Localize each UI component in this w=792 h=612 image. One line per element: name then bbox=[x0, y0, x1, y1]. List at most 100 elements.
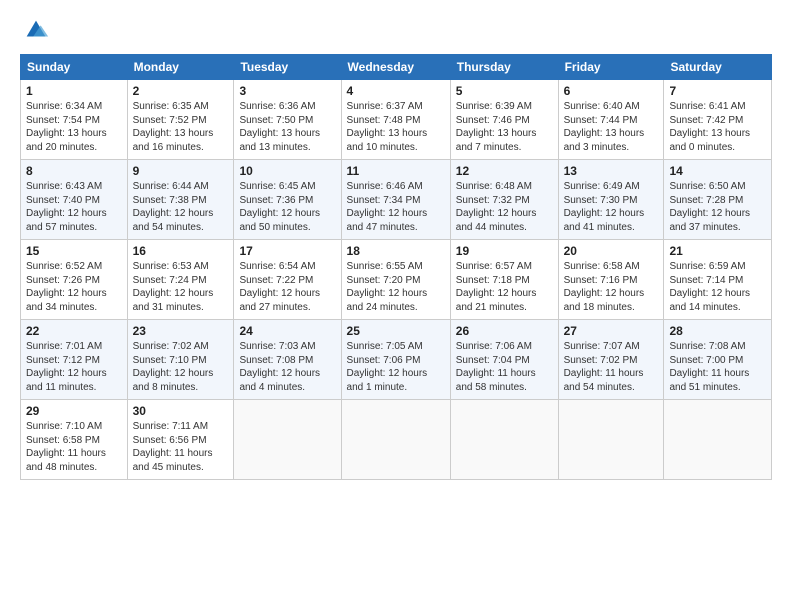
day-number: 3 bbox=[239, 84, 335, 98]
day-cell: 29 Sunrise: 7:10 AMSunset: 6:58 PMDaylig… bbox=[21, 400, 128, 480]
day-number: 11 bbox=[347, 164, 445, 178]
day-number: 4 bbox=[347, 84, 445, 98]
day-cell: 2 Sunrise: 6:35 AMSunset: 7:52 PMDayligh… bbox=[127, 80, 234, 160]
day-number: 30 bbox=[133, 404, 229, 418]
week-row-1: 8 Sunrise: 6:43 AMSunset: 7:40 PMDayligh… bbox=[21, 160, 772, 240]
day-cell: 7 Sunrise: 6:41 AMSunset: 7:42 PMDayligh… bbox=[664, 80, 772, 160]
day-info: Sunrise: 7:06 AMSunset: 7:04 PMDaylight:… bbox=[456, 340, 553, 394]
day-info: Sunrise: 6:58 AMSunset: 7:16 PMDaylight:… bbox=[564, 260, 659, 314]
day-cell: 5 Sunrise: 6:39 AMSunset: 7:46 PMDayligh… bbox=[450, 80, 558, 160]
day-info: Sunrise: 7:03 AMSunset: 7:08 PMDaylight:… bbox=[239, 340, 335, 394]
day-cell: 25 Sunrise: 7:05 AMSunset: 7:06 PMDaylig… bbox=[341, 320, 450, 400]
day-cell: 27 Sunrise: 7:07 AMSunset: 7:02 PMDaylig… bbox=[558, 320, 664, 400]
day-cell: 14 Sunrise: 6:50 AMSunset: 7:28 PMDaylig… bbox=[664, 160, 772, 240]
day-cell: 11 Sunrise: 6:46 AMSunset: 7:34 PMDaylig… bbox=[341, 160, 450, 240]
day-cell: 17 Sunrise: 6:54 AMSunset: 7:22 PMDaylig… bbox=[234, 240, 341, 320]
day-number: 16 bbox=[133, 244, 229, 258]
day-info: Sunrise: 6:44 AMSunset: 7:38 PMDaylight:… bbox=[133, 180, 229, 234]
day-cell bbox=[450, 400, 558, 480]
day-number: 9 bbox=[133, 164, 229, 178]
week-row-2: 15 Sunrise: 6:52 AMSunset: 7:26 PMDaylig… bbox=[21, 240, 772, 320]
day-number: 15 bbox=[26, 244, 122, 258]
header-row: SundayMondayTuesdayWednesdayThursdayFrid… bbox=[21, 55, 772, 80]
day-info: Sunrise: 6:50 AMSunset: 7:28 PMDaylight:… bbox=[669, 180, 766, 234]
day-number: 14 bbox=[669, 164, 766, 178]
day-number: 8 bbox=[26, 164, 122, 178]
day-info: Sunrise: 6:45 AMSunset: 7:36 PMDaylight:… bbox=[239, 180, 335, 234]
day-info: Sunrise: 6:59 AMSunset: 7:14 PMDaylight:… bbox=[669, 260, 766, 314]
day-info: Sunrise: 6:55 AMSunset: 7:20 PMDaylight:… bbox=[347, 260, 445, 314]
day-number: 6 bbox=[564, 84, 659, 98]
day-cell: 1 Sunrise: 6:34 AMSunset: 7:54 PMDayligh… bbox=[21, 80, 128, 160]
day-cell: 24 Sunrise: 7:03 AMSunset: 7:08 PMDaylig… bbox=[234, 320, 341, 400]
header-friday: Friday bbox=[558, 55, 664, 80]
day-number: 23 bbox=[133, 324, 229, 338]
logo bbox=[20, 16, 50, 44]
day-info: Sunrise: 6:46 AMSunset: 7:34 PMDaylight:… bbox=[347, 180, 445, 234]
day-number: 28 bbox=[669, 324, 766, 338]
header-thursday: Thursday bbox=[450, 55, 558, 80]
day-number: 13 bbox=[564, 164, 659, 178]
day-number: 10 bbox=[239, 164, 335, 178]
day-info: Sunrise: 6:35 AMSunset: 7:52 PMDaylight:… bbox=[133, 100, 229, 154]
day-cell bbox=[234, 400, 341, 480]
day-info: Sunrise: 7:11 AMSunset: 6:56 PMDaylight:… bbox=[133, 420, 229, 474]
day-info: Sunrise: 7:08 AMSunset: 7:00 PMDaylight:… bbox=[669, 340, 766, 394]
day-info: Sunrise: 6:52 AMSunset: 7:26 PMDaylight:… bbox=[26, 260, 122, 314]
day-cell: 13 Sunrise: 6:49 AMSunset: 7:30 PMDaylig… bbox=[558, 160, 664, 240]
day-info: Sunrise: 7:01 AMSunset: 7:12 PMDaylight:… bbox=[26, 340, 122, 394]
week-row-4: 29 Sunrise: 7:10 AMSunset: 6:58 PMDaylig… bbox=[21, 400, 772, 480]
day-number: 21 bbox=[669, 244, 766, 258]
day-cell: 4 Sunrise: 6:37 AMSunset: 7:48 PMDayligh… bbox=[341, 80, 450, 160]
day-cell: 9 Sunrise: 6:44 AMSunset: 7:38 PMDayligh… bbox=[127, 160, 234, 240]
day-cell: 12 Sunrise: 6:48 AMSunset: 7:32 PMDaylig… bbox=[450, 160, 558, 240]
day-cell: 30 Sunrise: 7:11 AMSunset: 6:56 PMDaylig… bbox=[127, 400, 234, 480]
day-number: 2 bbox=[133, 84, 229, 98]
day-cell bbox=[341, 400, 450, 480]
day-cell: 6 Sunrise: 6:40 AMSunset: 7:44 PMDayligh… bbox=[558, 80, 664, 160]
day-number: 20 bbox=[564, 244, 659, 258]
header-wednesday: Wednesday bbox=[341, 55, 450, 80]
day-cell: 22 Sunrise: 7:01 AMSunset: 7:12 PMDaylig… bbox=[21, 320, 128, 400]
day-info: Sunrise: 6:57 AMSunset: 7:18 PMDaylight:… bbox=[456, 260, 553, 314]
day-cell bbox=[664, 400, 772, 480]
week-row-0: 1 Sunrise: 6:34 AMSunset: 7:54 PMDayligh… bbox=[21, 80, 772, 160]
header-tuesday: Tuesday bbox=[234, 55, 341, 80]
day-number: 26 bbox=[456, 324, 553, 338]
day-number: 1 bbox=[26, 84, 122, 98]
day-cell: 8 Sunrise: 6:43 AMSunset: 7:40 PMDayligh… bbox=[21, 160, 128, 240]
header-saturday: Saturday bbox=[664, 55, 772, 80]
day-cell: 20 Sunrise: 6:58 AMSunset: 7:16 PMDaylig… bbox=[558, 240, 664, 320]
day-info: Sunrise: 7:05 AMSunset: 7:06 PMDaylight:… bbox=[347, 340, 445, 394]
day-info: Sunrise: 6:37 AMSunset: 7:48 PMDaylight:… bbox=[347, 100, 445, 154]
day-info: Sunrise: 6:34 AMSunset: 7:54 PMDaylight:… bbox=[26, 100, 122, 154]
day-cell: 10 Sunrise: 6:45 AMSunset: 7:36 PMDaylig… bbox=[234, 160, 341, 240]
day-cell: 23 Sunrise: 7:02 AMSunset: 7:10 PMDaylig… bbox=[127, 320, 234, 400]
day-info: Sunrise: 6:43 AMSunset: 7:40 PMDaylight:… bbox=[26, 180, 122, 234]
day-number: 19 bbox=[456, 244, 553, 258]
day-info: Sunrise: 7:02 AMSunset: 7:10 PMDaylight:… bbox=[133, 340, 229, 394]
day-cell: 3 Sunrise: 6:36 AMSunset: 7:50 PMDayligh… bbox=[234, 80, 341, 160]
calendar-table: SundayMondayTuesdayWednesdayThursdayFrid… bbox=[20, 54, 772, 480]
day-info: Sunrise: 6:54 AMSunset: 7:22 PMDaylight:… bbox=[239, 260, 335, 314]
day-number: 5 bbox=[456, 84, 553, 98]
day-number: 24 bbox=[239, 324, 335, 338]
day-number: 12 bbox=[456, 164, 553, 178]
day-info: Sunrise: 7:07 AMSunset: 7:02 PMDaylight:… bbox=[564, 340, 659, 394]
day-number: 17 bbox=[239, 244, 335, 258]
day-info: Sunrise: 6:39 AMSunset: 7:46 PMDaylight:… bbox=[456, 100, 553, 154]
header-monday: Monday bbox=[127, 55, 234, 80]
day-cell: 21 Sunrise: 6:59 AMSunset: 7:14 PMDaylig… bbox=[664, 240, 772, 320]
day-info: Sunrise: 6:41 AMSunset: 7:42 PMDaylight:… bbox=[669, 100, 766, 154]
day-info: Sunrise: 6:36 AMSunset: 7:50 PMDaylight:… bbox=[239, 100, 335, 154]
day-number: 22 bbox=[26, 324, 122, 338]
day-number: 7 bbox=[669, 84, 766, 98]
day-cell: 15 Sunrise: 6:52 AMSunset: 7:26 PMDaylig… bbox=[21, 240, 128, 320]
header bbox=[20, 16, 772, 44]
day-cell: 16 Sunrise: 6:53 AMSunset: 7:24 PMDaylig… bbox=[127, 240, 234, 320]
day-number: 25 bbox=[347, 324, 445, 338]
day-info: Sunrise: 6:48 AMSunset: 7:32 PMDaylight:… bbox=[456, 180, 553, 234]
week-row-3: 22 Sunrise: 7:01 AMSunset: 7:12 PMDaylig… bbox=[21, 320, 772, 400]
day-number: 18 bbox=[347, 244, 445, 258]
page: SundayMondayTuesdayWednesdayThursdayFrid… bbox=[0, 0, 792, 612]
